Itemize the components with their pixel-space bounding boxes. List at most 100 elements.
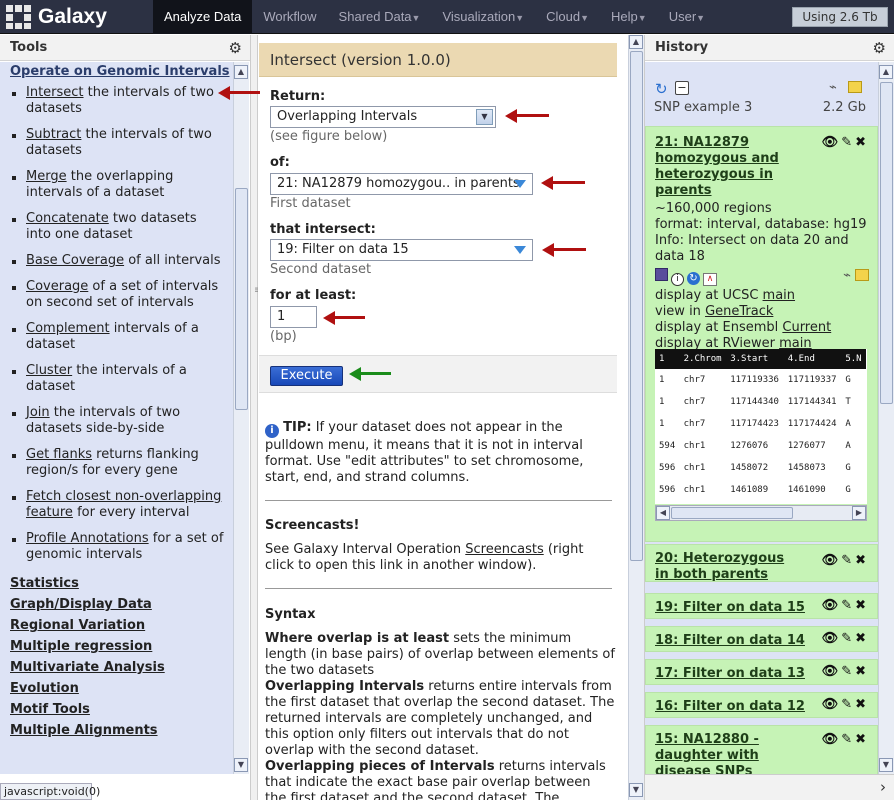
delete-icon[interactable]: ✖ xyxy=(855,135,869,150)
scroll-up-icon[interactable]: ▲ xyxy=(234,65,248,79)
tool-section-multiple-regression[interactable]: Multiple regression xyxy=(0,636,233,657)
gear-icon[interactable]: ⚙ xyxy=(873,35,886,61)
cell: 1458073 xyxy=(783,457,842,479)
tools-scrollbar[interactable]: ▲ ▼ xyxy=(233,62,249,774)
display-genetrack-link[interactable]: GeneTrack xyxy=(705,304,773,319)
eye-icon[interactable]: 👁 xyxy=(822,553,842,568)
tool-section-regional-variation[interactable]: Regional Variation xyxy=(0,615,233,636)
tool-link[interactable]: Coverage xyxy=(26,279,88,294)
scroll-thumb[interactable] xyxy=(671,507,793,519)
tool-link[interactable]: Cluster xyxy=(26,363,72,378)
tool-link[interactable]: Subtract xyxy=(26,127,81,142)
peek-horizontal-scrollbar[interactable]: ◀ ▶ xyxy=(655,505,867,521)
refresh-icon[interactable]: ↻ xyxy=(655,80,668,98)
scroll-left-icon[interactable]: ◀ xyxy=(656,506,670,520)
save-icon[interactable] xyxy=(655,268,668,281)
tool-link[interactable]: Profile Annotations xyxy=(26,531,149,546)
dataset-18[interactable]: 18: Filter on data 14 👁✎✖ xyxy=(645,626,878,652)
gear-icon[interactable]: ⚙ xyxy=(229,35,242,61)
display-ucsc-main-link[interactable]: main xyxy=(763,288,795,303)
dataset-15[interactable]: 15: NA12880 - daughter with disease SNPs… xyxy=(645,725,878,774)
delete-icon[interactable]: ✖ xyxy=(855,631,869,646)
cell: 117174424 xyxy=(783,413,842,435)
tool-section-statistics[interactable]: Statistics xyxy=(0,573,233,594)
scroll-thumb[interactable] xyxy=(880,82,893,404)
tab-cloud[interactable]: Cloud▼ xyxy=(535,0,600,34)
eye-icon[interactable]: 👁 xyxy=(822,732,842,747)
tool-section-motif-tools[interactable]: Motif Tools xyxy=(0,699,233,720)
pencil-icon[interactable]: ✎ xyxy=(841,631,855,646)
chevron-right-icon[interactable]: › xyxy=(880,778,886,796)
tool-section-multivariate-analysis[interactable]: Multivariate Analysis xyxy=(0,657,233,678)
tool-link[interactable]: Complement xyxy=(26,321,110,336)
button-row: Execute xyxy=(259,355,617,393)
tool-section-multiple-alignments[interactable]: Multiple Alignments xyxy=(0,720,233,741)
first-dataset-select[interactable]: 21: NA12879 homozygou.. in parents xyxy=(270,173,533,195)
tab-shared-data[interactable]: Shared Data▼ xyxy=(328,0,432,34)
scroll-down-icon[interactable]: ▼ xyxy=(879,758,893,772)
pencil-icon[interactable]: ✎ xyxy=(841,553,855,568)
eye-icon[interactable]: 👁 xyxy=(822,598,842,613)
left-splitter[interactable]: ≡ xyxy=(250,35,262,800)
eye-icon[interactable]: 👁 xyxy=(822,664,842,679)
rerun-icon[interactable]: ↻ xyxy=(687,272,700,285)
pencil-icon[interactable]: ✎ xyxy=(841,598,855,613)
annotation-icon[interactable] xyxy=(848,81,862,93)
pencil-icon[interactable]: ✎ xyxy=(841,135,855,150)
tag-icon[interactable]: ⌁ xyxy=(843,268,851,283)
tab-analyze-data[interactable]: Analyze Data xyxy=(153,0,253,34)
delete-icon[interactable]: ✖ xyxy=(855,598,869,613)
scroll-thumb[interactable] xyxy=(235,188,248,410)
tab-help[interactable]: Help▼ xyxy=(600,0,658,34)
pencil-icon[interactable]: ✎ xyxy=(841,732,855,747)
history-scrollbar[interactable]: ▲ ▼ xyxy=(878,62,894,774)
delete-icon[interactable]: ✖ xyxy=(855,664,869,679)
eye-icon[interactable]: 👁 xyxy=(822,631,842,646)
annotation-icon[interactable] xyxy=(855,269,869,281)
tab-workflow[interactable]: Workflow xyxy=(252,0,327,34)
dataset-20[interactable]: 20: Heterozygous in both parents 👁✎✖ xyxy=(645,544,878,582)
tool-section-evolution[interactable]: Evolution xyxy=(0,678,233,699)
history-name[interactable]: SNP example 3 xyxy=(654,100,752,115)
delete-icon[interactable]: ✖ xyxy=(855,553,869,568)
second-dataset-select[interactable]: 19: Filter on data 15 xyxy=(270,239,533,261)
scroll-up-icon[interactable]: ▲ xyxy=(629,35,643,49)
tab-visualization[interactable]: Visualization▼ xyxy=(431,0,535,34)
peek-header: 4.End xyxy=(783,349,842,369)
tool-link[interactable]: Join xyxy=(26,405,50,420)
execute-button[interactable]: Execute xyxy=(270,366,343,386)
pencil-icon[interactable]: ✎ xyxy=(841,664,855,679)
dataset-16[interactable]: 16: Filter on data 12 👁✎✖ xyxy=(645,692,878,718)
collapse-icon[interactable]: − xyxy=(675,81,689,95)
delete-icon[interactable]: ✖ xyxy=(855,697,869,712)
pencil-icon[interactable]: ✎ xyxy=(841,697,855,712)
display-ensembl-link[interactable]: Current xyxy=(782,320,831,335)
scroll-up-icon[interactable]: ▲ xyxy=(879,65,893,79)
tool-link[interactable]: Get flanks xyxy=(26,447,92,462)
dataset-17[interactable]: 17: Filter on data 13 👁✎✖ xyxy=(645,659,878,685)
tool-link[interactable]: Merge xyxy=(26,169,67,184)
tag-icon[interactable]: ⌁ xyxy=(829,80,837,95)
screencasts-link[interactable]: Screencasts xyxy=(465,542,543,557)
scroll-down-icon[interactable]: ▼ xyxy=(234,758,248,772)
brand[interactable]: Galaxy xyxy=(6,4,107,30)
tool-link[interactable]: Intersect xyxy=(26,85,84,100)
delete-icon[interactable]: ✖ xyxy=(855,732,869,747)
min-overlap-input[interactable]: 1 xyxy=(270,306,317,328)
return-select[interactable]: Overlapping Intervals ▼ xyxy=(270,106,496,128)
scroll-right-icon[interactable]: ▶ xyxy=(852,506,866,520)
eye-icon[interactable]: 👁 xyxy=(822,135,842,150)
tool-section-graph-display-data[interactable]: Graph/Display Data xyxy=(0,594,233,615)
info-icon[interactable]: i xyxy=(671,273,684,286)
scroll-thumb[interactable] xyxy=(630,51,643,561)
eye-icon[interactable]: 👁 xyxy=(822,697,842,712)
tab-user[interactable]: User▼ xyxy=(658,0,716,34)
center-scrollbar[interactable]: ▲ ▼ xyxy=(628,35,644,800)
cell: 1 xyxy=(655,391,680,413)
tool-link[interactable]: Concatenate xyxy=(26,211,109,226)
tool-link[interactable]: Base Coverage xyxy=(26,253,124,268)
tool-section-operate-on-genomic-intervals[interactable]: Operate on Genomic Intervals xyxy=(0,64,233,79)
scroll-down-icon[interactable]: ▼ xyxy=(629,783,643,797)
dataset-19[interactable]: 19: Filter on data 15 👁✎✖ xyxy=(645,593,878,619)
visualize-icon[interactable]: ∧ xyxy=(703,273,717,286)
